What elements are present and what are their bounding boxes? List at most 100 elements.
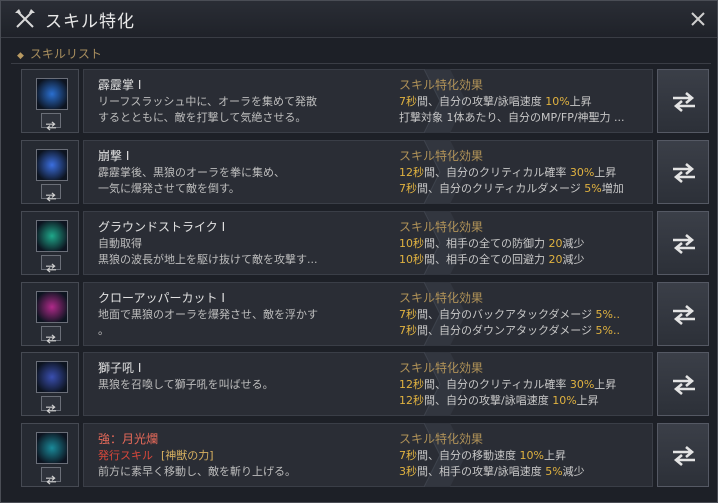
small-swap-icon[interactable] (41, 467, 61, 485)
effects-list: 7秒間、自分のバックアタックダメージ 5%.. 7秒間、自分のダウンアタックダメー… (399, 307, 654, 339)
skill-row: 崩撃 I 霹靂掌後、黒狼のオーラを拳に集め、 一気に爆発させて敵を倒す。 スキル特化効… (11, 139, 711, 206)
skill-card: 崩撃 I 霹靂掌後、黒狼のオーラを拳に集め、 一気に爆発させて敵を倒す。 スキル特化効… (83, 139, 654, 205)
diamond-bullet-icon: ◆ (17, 51, 24, 61)
effect-value: 3秒 (399, 465, 417, 478)
description-line: 地面で黒狼のオーラを爆発させ、敵を浮かす (98, 308, 318, 321)
skill-description: 霹靂掌後、黒狼のオーラを拳に集め、 一気に爆発させて敵を倒す。 (98, 165, 285, 197)
small-swap-icon[interactable] (41, 184, 61, 202)
effect-value: 7秒 (399, 95, 417, 108)
effect-text: 上昇 (576, 394, 599, 407)
effect-text: 間、相手の全ての回避力 (424, 253, 549, 266)
crossed-axes-icon (15, 9, 35, 28)
effect-text: 上昇 (543, 449, 566, 462)
skill-icon-slot[interactable] (21, 423, 79, 487)
skill-name: 強：月光爛 (98, 432, 159, 446)
skill-icon-slot[interactable] (21, 352, 79, 416)
effect-line: 12秒間、自分の攻撃/詠唱速度 10%上昇 (399, 393, 654, 409)
skill-row: クローアッパーカット I 地面で黒狼のオーラを爆発させ、敵を浮かす。 スキル特化効果… (11, 281, 711, 348)
swap-skill-button[interactable] (657, 211, 709, 275)
skill-name: クローアッパーカット I (98, 291, 225, 305)
skill-name: 崩撃 I (98, 149, 130, 163)
effect-value: 10% (545, 95, 570, 108)
swap-skill-button[interactable] (657, 69, 709, 133)
effect-value: 7秒 (399, 308, 417, 321)
effect-line: 3秒間、相手の攻撃/詠唱速度 5%減少 (399, 464, 654, 480)
skill-description: 黒狼を召喚して獅子吼を叫ばせる。 (98, 377, 274, 393)
small-swap-icon[interactable] (41, 255, 61, 273)
swap-skill-button[interactable] (657, 282, 709, 346)
small-swap-icon[interactable] (41, 396, 61, 414)
skill-description: リーフスラッシュ中に、オーラを集めて発散 するとともに、敵を打撃して気絶させる。 (98, 94, 317, 126)
effect-line: 12秒間、自分のクリティカル確率 30%上昇 (399, 377, 654, 393)
skill-icon (36, 149, 68, 181)
skill-card: クローアッパーカット I 地面で黒狼のオーラを爆発させ、敵を浮かす。 スキル特化効果… (83, 281, 654, 347)
effect-value: 20 (548, 237, 563, 250)
skill-icon-slot[interactable] (21, 282, 79, 346)
effect-text: 間、自分のクリティカル確率 (424, 166, 570, 179)
effect-text: 上昇 (569, 95, 592, 108)
description-line: するとともに、敵を打撃して気絶させる。 (98, 111, 307, 124)
skill-icon (36, 220, 68, 252)
skill-card: グラウンドストライク I 自動取得 黒狼の波長が地上を駆け抜けて敵を攻撃す... スキ… (83, 210, 654, 276)
effects-list: 12秒間、自分のクリティカル確率 30%上昇 7秒間、自分のクリティカルダメージ … (399, 165, 654, 197)
effect-text: 増加 (601, 182, 624, 195)
effect-value: 5%.. (595, 308, 620, 321)
small-swap-icon[interactable] (41, 113, 61, 131)
effect-value: 5% (545, 465, 563, 478)
effect-text: 減少 (562, 253, 585, 266)
swap-skill-button[interactable] (657, 352, 709, 416)
effect-value: 12秒 (399, 394, 424, 407)
swap-skill-button[interactable] (657, 140, 709, 204)
skill-description: 地面で黒狼のオーラを爆発させ、敵を浮かす。 (98, 307, 318, 339)
skill-name: 霹靂掌 I (98, 78, 142, 92)
skill-icon-slot[interactable] (21, 211, 79, 275)
title-bar: スキル特化 (1, 1, 717, 38)
effects-header: スキル特化効果 (399, 291, 484, 305)
effect-text: 上昇 (594, 166, 617, 179)
skill-card: 霹靂掌 I リーフスラッシュ中に、オーラを集めて発散 するとともに、敵を打撃して気絶… (83, 68, 654, 134)
effect-text: 間、自分の攻撃/詠唱速度 (424, 394, 553, 407)
effect-text: 間、自分の移動速度 (417, 449, 520, 462)
effect-text: 打撃対象 1体あたり、自分のMP/FP/神聖力 ... (399, 111, 625, 124)
effect-line: 12秒間、自分のクリティカル確率 30%上昇 (399, 165, 654, 181)
skill-row: 霹靂掌 I リーフスラッシュ中に、オーラを集めて発散 するとともに、敵を打撃して気絶… (11, 68, 711, 135)
skill-row: 獅子吼 I 黒狼を召喚して獅子吼を叫ばせる。 スキル特化効果 12秒間、自分のクリティ… (11, 351, 711, 418)
effect-value: 5%.. (595, 324, 620, 337)
skill-icon (36, 432, 68, 464)
description-line: 一気に爆発させて敵を倒す。 (98, 182, 240, 195)
window-title: スキル特化 (45, 12, 135, 32)
effect-value: 7秒 (399, 449, 417, 462)
skill-icon-slot[interactable] (21, 69, 79, 133)
effect-value: 10秒 (399, 237, 424, 250)
small-swap-icon[interactable] (41, 326, 61, 344)
section-label: スキルリスト (29, 47, 102, 61)
effect-line: 7秒間、自分のバックアタックダメージ 5%.. (399, 307, 654, 323)
description-line: 自動取得 (98, 237, 142, 250)
skill-tag-detail: [神獣の力] (161, 449, 214, 462)
effect-value: 12秒 (399, 378, 424, 391)
skill-description: 自動取得 黒狼の波長が地上を駆け抜けて敵を攻撃す... (98, 236, 318, 268)
effect-line: 7秒間、自分のダウンアタックダメージ 5%.. (399, 323, 654, 339)
effects-header: スキル特化効果 (399, 432, 484, 446)
skill-icon-slot[interactable] (21, 140, 79, 204)
skill-name: グラウンドストライク I (98, 220, 226, 234)
swap-skill-button[interactable] (657, 423, 709, 487)
close-icon[interactable] (687, 8, 709, 30)
effects-list: 7秒間、自分の移動速度 10%上昇 3秒間、相手の攻撃/詠唱速度 5%減少 (399, 448, 654, 480)
skill-card: 獅子吼 I 黒狼を召喚して獅子吼を叫ばせる。 スキル特化効果 12秒間、自分のクリティ… (83, 351, 654, 417)
effect-value: 10% (552, 394, 577, 407)
effect-value: 7秒 (399, 182, 417, 195)
effect-line: 打撃対象 1体あたり、自分のMP/FP/神聖力 ... (399, 110, 654, 126)
skill-name: 獅子吼 I (98, 361, 142, 375)
effects-header: スキル特化効果 (399, 149, 484, 163)
description-line: 前方に素早く移動し、敵を斬り上げる。 (98, 465, 296, 478)
section-header: ◆ スキルリスト (17, 45, 102, 62)
effect-text: 間、自分のクリティカルダメージ (417, 182, 585, 195)
effect-text: 減少 (562, 237, 585, 250)
effects-header: スキル特化効果 (399, 220, 484, 234)
effect-text: 間、自分の攻撃/詠唱速度 (417, 95, 546, 108)
description-line: 霹靂掌後、黒狼のオーラを拳に集め、 (98, 166, 285, 179)
effect-line: 10秒間、相手の全ての防御力 20減少 (399, 236, 654, 252)
effect-text: 間、相手の攻撃/詠唱速度 (417, 465, 546, 478)
effect-text: 上昇 (594, 378, 617, 391)
